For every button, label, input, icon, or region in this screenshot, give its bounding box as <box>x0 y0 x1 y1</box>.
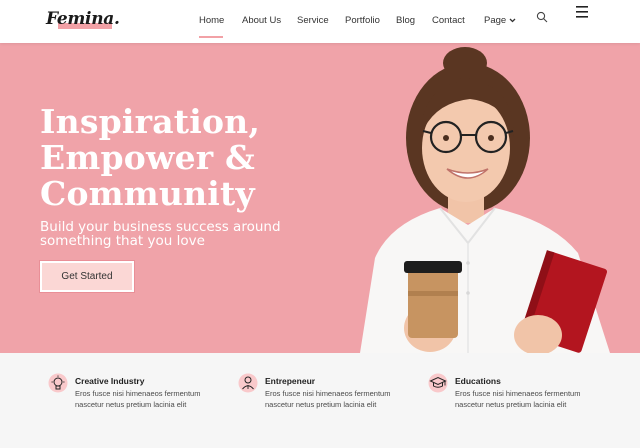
hero-title-line: Inspiration, <box>40 102 261 141</box>
feature-title: Educations <box>455 376 501 386</box>
nav-page[interactable]: Page <box>484 15 506 26</box>
lightbulb-icon <box>48 373 68 393</box>
site-header: Femina. Home About Us Service Portfolio … <box>0 0 640 43</box>
feature-creative-industry: Creative Industry Eros fusce nisi himena… <box>48 373 228 413</box>
logo[interactable]: Femina. <box>46 9 120 33</box>
nav-contact[interactable]: Contact <box>432 15 465 26</box>
logo-text: Femina. <box>46 9 120 29</box>
feature-text: Eros fusce nisi himenaeos fermentum nasc… <box>75 389 201 409</box>
nav-portfolio[interactable]: Portfolio <box>345 15 380 26</box>
feature-entrepeneur: Entrepeneur Eros fusce nisi himenaeos fe… <box>238 373 418 413</box>
feature-text: Eros fusce nisi himenaeos fermentum nasc… <box>455 389 581 409</box>
graduation-cap-icon <box>428 373 448 393</box>
nav-about-us[interactable]: About Us <box>242 15 281 26</box>
hero-subtitle: Build your business success around somet… <box>40 219 281 249</box>
hero-photo-woman <box>360 47 610 353</box>
feature-title: Creative Industry <box>75 376 145 386</box>
feature-educations: Educations Eros fusce nisi himenaeos fer… <box>428 373 608 413</box>
person-icon <box>238 373 258 393</box>
nav-service[interactable]: Service <box>297 15 329 26</box>
feature-text: Eros fusce nisi himenaeos fermentum nasc… <box>265 389 391 409</box>
nav-active-indicator <box>199 36 223 38</box>
nav-home[interactable]: Home <box>199 15 224 26</box>
feature-title: Entrepeneur <box>265 376 316 386</box>
nav-blog[interactable]: Blog <box>396 15 415 26</box>
hero-title-line: Empower & <box>40 138 256 177</box>
hero-section: Inspiration, Empower & Community Build y… <box>0 43 640 353</box>
features-section: Creative Industry Eros fusce nisi himena… <box>0 353 640 448</box>
get-started-button[interactable]: Get Started <box>40 261 134 292</box>
hero-title: Inspiration, Empower & Community <box>40 104 340 212</box>
hero-title-line: Community <box>40 174 255 213</box>
hamburger-menu-icon[interactable] <box>575 5 589 19</box>
search-icon[interactable] <box>536 11 548 23</box>
chevron-down-icon[interactable] <box>509 18 516 23</box>
